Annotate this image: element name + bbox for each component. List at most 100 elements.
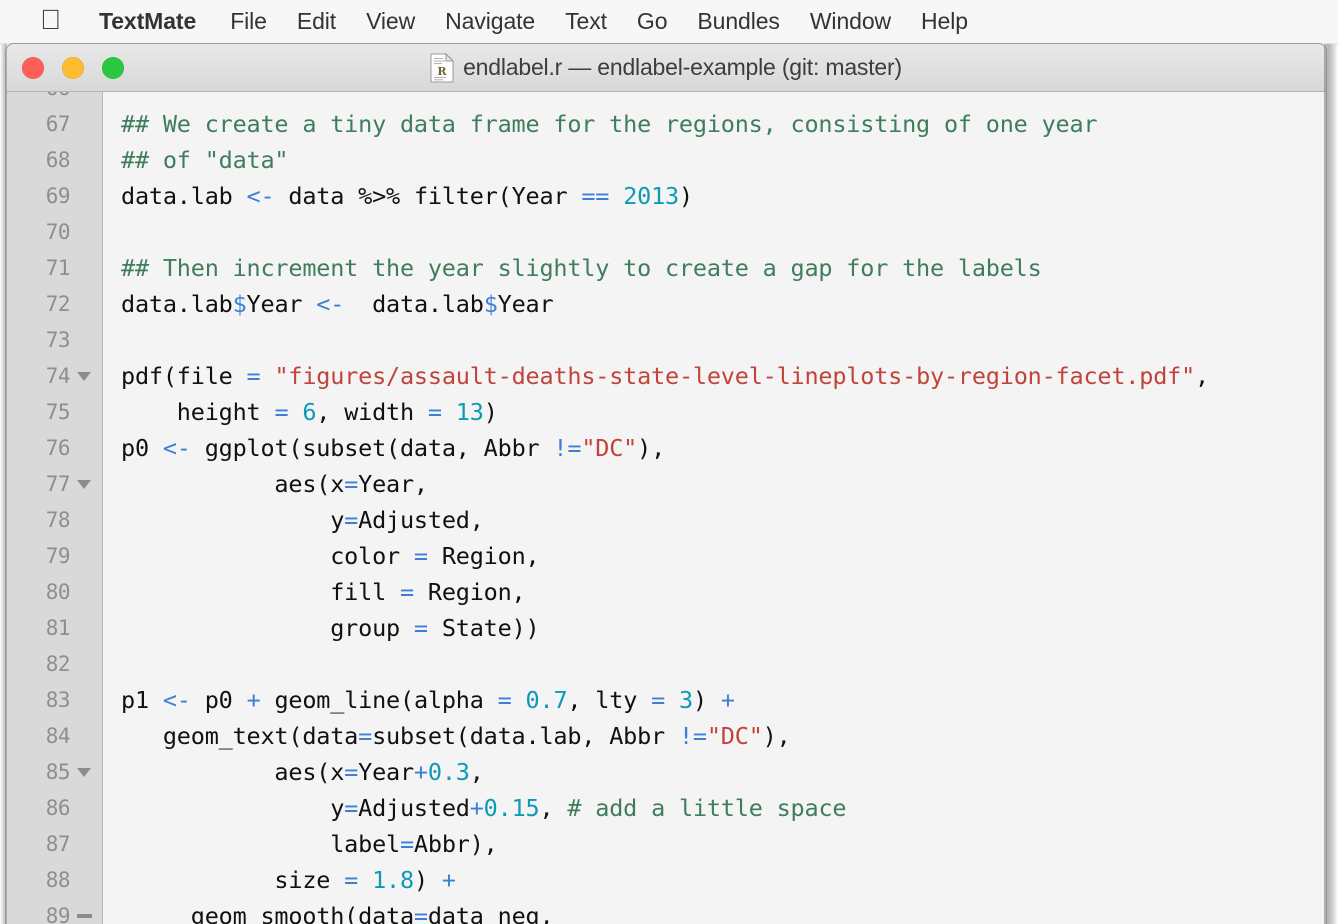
gutter-line[interactable]: 75 [6,394,102,430]
code-token-num: 1.8 [372,866,414,894]
code-line[interactable]: aes(x=Year+0.3, [103,754,1326,790]
code-token-pln: Adjusted, [358,506,484,534]
code-token-str: "figures/assault-deaths-state-level-line… [274,362,1195,390]
code-line[interactable]: geom_text(data=subset(data.lab, Abbr !="… [103,718,1326,754]
code-token-pln: , lty [567,686,651,714]
fold-triangle-icon[interactable] [74,372,94,381]
menu-item-edit[interactable]: Edit [297,8,336,35]
line-number: 71 [46,256,70,280]
code-token-pln [665,686,679,714]
line-number: 84 [46,724,70,748]
apple-logo-icon[interactable]:  [40,6,61,34]
gutter-line[interactable]: 87 [6,826,102,862]
code-token-num: 0.15 [484,794,540,822]
line-number: 77 [46,472,70,496]
gutter-line[interactable]: 80 [6,574,102,610]
menu-item-navigate[interactable]: Navigate [445,8,535,35]
minimize-button[interactable] [62,57,84,79]
gutter-line[interactable]: 86 [6,790,102,826]
gutter-line[interactable]: 74 [6,358,102,394]
code-line[interactable] [103,322,1326,358]
code-token-pln: Year [498,290,554,318]
code-token-com: # add a little space [567,794,846,822]
close-button[interactable] [22,57,44,79]
code-line[interactable]: ## We create a tiny data frame for the r… [103,106,1326,142]
code-line[interactable]: aes(x=Year, [103,466,1326,502]
code-line[interactable]: p0 <- ggplot(subset(data, Abbr !="DC"), [103,430,1326,466]
gutter-line[interactable]: 84 [6,718,102,754]
menu-item-help[interactable]: Help [921,8,968,35]
code-line[interactable] [103,92,1326,106]
fold-triangle-icon[interactable] [74,480,94,489]
code-content-area[interactable]: ## We create a tiny data frame for the r… [103,92,1326,924]
code-line[interactable]: data.lab <- data %>% filter(Year == 2013… [103,178,1326,214]
gutter-line[interactable]: 78 [6,502,102,538]
code-token-op: = [344,758,358,786]
code-token-op: = [651,686,665,714]
code-token-op: + [721,686,735,714]
gutter-line[interactable]: 71 [6,250,102,286]
code-line[interactable]: y=Adjusted+0.15, # add a little space [103,790,1326,826]
code-line[interactable]: group = State)) [103,610,1326,646]
fold-triangle-icon[interactable] [74,768,94,777]
gutter-line[interactable]: 70 [6,214,102,250]
code-token-pln: ) [679,182,693,210]
code-line[interactable] [103,646,1326,682]
line-number: 68 [46,148,70,172]
window-titlebar[interactable]: R endlabel.r — endlabel-example (git: ma… [6,44,1326,92]
window-right-shadow [1324,44,1338,924]
gutter-line[interactable]: 89 [6,898,102,924]
gutter-line[interactable]: 66 [6,92,102,106]
gutter-line[interactable]: 67 [6,106,102,142]
menu-item-go[interactable]: Go [637,8,667,35]
gutter-line[interactable]: 85 [6,754,102,790]
menu-item-textmate[interactable]: TextMate [99,8,196,35]
gutter-line[interactable]: 81 [6,610,102,646]
line-number-gutter[interactable]: 6667 68 6970 71 7273 74 7576 77 787980818283 84 85… [6,92,103,924]
code-token-pln: %>% [358,182,400,210]
code-token-str: "DC" [581,434,637,462]
code-line[interactable]: size = 1.8) + [103,862,1326,898]
code-token-pln: data_neg, [428,902,554,924]
maximize-button[interactable] [102,57,124,79]
code-token-pln [358,866,372,894]
gutter-line[interactable]: 82 [6,646,102,682]
code-token-op: = [414,542,428,570]
code-token-op: = [400,578,414,606]
code-editor[interactable]: 6667 68 6970 71 7273 74 7576 77 787980818283 84 85… [6,92,1326,924]
code-line[interactable]: data.lab$Year <- data.lab$Year [103,286,1326,322]
code-line[interactable]: color = Region, [103,538,1326,574]
code-line[interactable]: p1 <- p0 + geom_line(alpha = 0.7, lty = … [103,682,1326,718]
gutter-line[interactable]: 79 [6,538,102,574]
gutter-line[interactable]: 72 [6,286,102,322]
gutter-line[interactable]: 68 [6,142,102,178]
gutter-line[interactable]: 76 [6,430,102,466]
code-token-pln: fill [121,578,400,606]
code-token-num: 6 [302,398,316,426]
gutter-line[interactable]: 73 [6,322,102,358]
code-line[interactable]: ## of "data" [103,142,1326,178]
gutter-line[interactable]: 77 [6,466,102,502]
code-line[interactable]: ## Then increment the year slightly to c… [103,250,1326,286]
code-line[interactable]: y=Adjusted, [103,502,1326,538]
menu-item-window[interactable]: Window [810,8,891,35]
code-line[interactable]: pdf(file = "figures/assault-deaths-state… [103,358,1326,394]
gutter-line[interactable]: 69 [6,178,102,214]
code-line[interactable]: height = 6, width = 13) [103,394,1326,430]
code-line[interactable]: fill = Region, [103,574,1326,610]
code-token-op: = [414,902,428,924]
menu-item-text[interactable]: Text [565,8,607,35]
menu-item-view[interactable]: View [366,8,415,35]
code-line[interactable] [103,214,1326,250]
code-token-pln: color [121,542,414,570]
gutter-line[interactable]: 83 [6,682,102,718]
menu-item-file[interactable]: File [230,8,267,35]
fold-collapsed-icon[interactable] [74,914,94,918]
code-token-op: + [414,758,428,786]
menu-item-bundles[interactable]: Bundles [697,8,779,35]
code-token-pln: , width [316,398,428,426]
gutter-line[interactable]: 88 [6,862,102,898]
line-number: 74 [46,364,70,388]
code-line[interactable]: geom_smooth(data=data_neg, [103,898,1326,924]
code-line[interactable]: label=Abbr), [103,826,1326,862]
